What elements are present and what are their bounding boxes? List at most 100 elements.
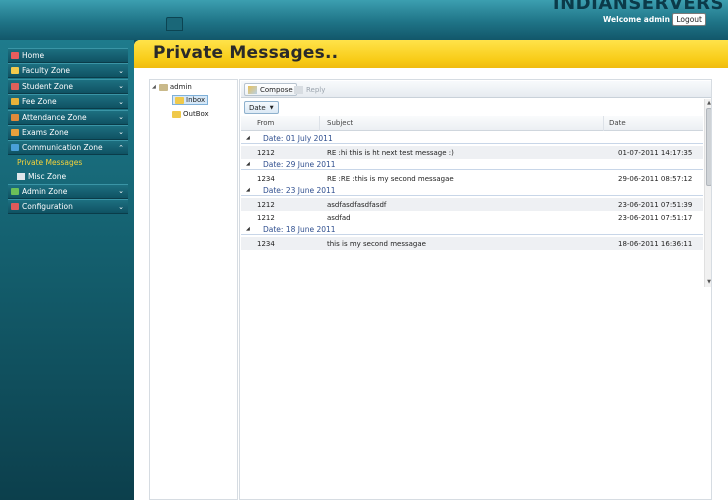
- sidebar-item-label: Exams Zone: [22, 127, 69, 137]
- sidebar-item-exams-zone[interactable]: Exams Zone ⌄: [8, 124, 128, 140]
- page-title: Private Messages..: [153, 43, 339, 63]
- sidebar-item-label: Home: [22, 51, 45, 60]
- sidebar-item-label: Attendance Zone: [22, 112, 87, 122]
- cell-from: 1234: [257, 175, 275, 183]
- column-separator: [603, 116, 604, 131]
- table-row[interactable]: 1234 this is my second messagae 18-06-20…: [241, 237, 703, 250]
- reply-icon: [294, 85, 303, 94]
- cell-from: 1234: [257, 240, 275, 248]
- scroll-up-icon[interactable]: ▲: [705, 100, 711, 107]
- logout-button[interactable]: Logout: [672, 13, 706, 26]
- sidebar-item-label: Student Zone: [22, 81, 74, 91]
- vertical-scrollbar[interactable]: ▲ ▼: [704, 99, 711, 287]
- chevron-down-icon: ⌄: [118, 113, 124, 122]
- sidebar-item-label: Fee Zone: [22, 97, 57, 107]
- group-by-label: Date: [249, 103, 266, 112]
- chevron-down-icon: ⌄: [118, 66, 124, 75]
- compose-label: Compose: [260, 85, 293, 94]
- group-row[interactable]: ◢ Date: 01 July 2011: [241, 133, 703, 144]
- chevron-down-icon: ⌄: [118, 82, 124, 91]
- sidebar-item-communication-zone[interactable]: Communication Zone ⌃: [8, 140, 128, 156]
- sidebar-item-label: Communication Zone: [22, 143, 103, 153]
- compose-button[interactable]: Compose: [244, 83, 297, 96]
- folder-tree: ◢ admin Inbox OutBox: [149, 79, 238, 500]
- sidebar-item-attendance-zone[interactable]: Attendance Zone ⌄: [8, 109, 128, 125]
- tree-node-admin[interactable]: ◢ admin: [152, 83, 192, 91]
- title-bar: Private Messages..: [134, 40, 728, 68]
- group-row[interactable]: ◢ Date: 18 June 2011: [241, 224, 703, 235]
- cell-from: 1212: [257, 149, 275, 157]
- tree-expand-icon[interactable]: ◢: [152, 84, 156, 90]
- chevron-down-icon: ⌄: [118, 187, 124, 196]
- sidebar-item-label: Faculty Zone: [22, 66, 71, 76]
- group-row[interactable]: ◢ Date: 23 June 2011: [241, 185, 703, 196]
- chevron-down-icon: ⌄: [118, 128, 124, 137]
- sidebar-item-label: Admin Zone: [22, 186, 68, 196]
- cell-date: 01-07-2011 14:17:35: [618, 149, 693, 157]
- message-panel: Compose Reply Date ▼ From Subject Date ◢…: [239, 79, 712, 500]
- faculty-icon: [11, 67, 19, 75]
- group-collapse-icon[interactable]: ◢: [246, 187, 255, 193]
- group-label: Date: 18 June 2011: [263, 224, 336, 234]
- brand-logo: INDIANSERVERS: [552, 0, 724, 14]
- configuration-icon: [11, 203, 19, 211]
- reply-button[interactable]: Reply: [291, 83, 328, 96]
- fee-icon: [11, 98, 19, 106]
- inbox-folder-icon: [175, 96, 184, 104]
- scroll-down-icon[interactable]: ▼: [705, 279, 711, 286]
- group-row[interactable]: ◢ Date: 29 June 2011: [241, 159, 703, 170]
- group-collapse-icon[interactable]: ◢: [246, 135, 255, 141]
- column-header-subject[interactable]: Subject: [327, 119, 353, 127]
- sidebar-subitem-private-messages[interactable]: Private Messages: [8, 156, 128, 170]
- table-row[interactable]: 1212 RE :hi this is ht next test message…: [241, 146, 703, 159]
- compose-icon: [248, 85, 257, 94]
- main-panel: Private Messages.. ◢ admin Inbox OutBox …: [134, 40, 728, 500]
- header-tab[interactable]: [166, 17, 183, 31]
- group-by-date-button[interactable]: Date ▼: [244, 101, 279, 114]
- column-header-from[interactable]: From: [257, 119, 274, 127]
- table-row[interactable]: 1234 RE :RE :this is my second messagae …: [241, 172, 703, 185]
- column-header-date[interactable]: Date: [609, 119, 626, 127]
- home-icon: [11, 52, 19, 59]
- exams-icon: [11, 128, 19, 136]
- cell-date: 18-06-2011 16:36:11: [618, 240, 693, 248]
- cell-subject: RE :RE :this is my second messagae: [327, 175, 454, 183]
- table-row[interactable]: 1212 asdfad 23-06-2011 07:51:17: [241, 211, 703, 224]
- tree-node-inbox[interactable]: Inbox: [172, 95, 209, 105]
- sidebar-subitem-label: Misc Zone: [28, 172, 67, 182]
- group-label: Date: 23 June 2011: [263, 185, 336, 195]
- sidebar-item-label: Configuration: [22, 202, 73, 212]
- sidebar: Home Faculty Zone ⌄ Student Zone ⌄ Fee Z…: [0, 40, 134, 500]
- tree-node-label: admin: [169, 83, 192, 91]
- chevron-up-icon: ⌃: [118, 143, 124, 152]
- cell-date: 29-06-2011 08:57:12: [618, 175, 693, 183]
- tree-node-label: OutBox: [183, 110, 209, 118]
- cell-from: 1212: [257, 214, 275, 222]
- caret-down-icon: ▼: [269, 104, 274, 111]
- group-panel: Date ▼: [241, 99, 711, 115]
- group-label: Date: 29 June 2011: [263, 159, 336, 169]
- group-collapse-icon[interactable]: ◢: [246, 226, 255, 232]
- cell-date: 23-06-2011 07:51:39: [618, 201, 693, 209]
- cell-date: 23-06-2011 07:51:17: [618, 214, 693, 222]
- message-toolbar: Compose Reply: [241, 81, 711, 98]
- sidebar-item-fee-zone[interactable]: Fee Zone ⌄: [8, 94, 128, 110]
- sidebar-item-faculty-zone[interactable]: Faculty Zone ⌄: [8, 63, 128, 79]
- sidebar-item-admin-zone[interactable]: Admin Zone ⌄: [8, 183, 128, 199]
- outbox-folder-icon: [172, 110, 181, 118]
- tree-node-outbox[interactable]: OutBox: [172, 110, 209, 118]
- grid-header: From Subject Date: [241, 116, 703, 131]
- sidebar-item-student-zone[interactable]: Student Zone ⌄: [8, 78, 128, 94]
- sidebar-subitem-misc-zone[interactable]: Misc Zone: [8, 170, 128, 184]
- scroll-thumb[interactable]: [706, 108, 711, 186]
- student-icon: [11, 82, 19, 90]
- sidebar-subitem-label: Private Messages: [17, 158, 83, 168]
- sidebar-item-home[interactable]: Home: [8, 48, 128, 63]
- chevron-down-icon: ⌄: [118, 202, 124, 211]
- sidebar-item-configuration[interactable]: Configuration ⌄: [8, 199, 128, 215]
- app-header: INDIANSERVERS Welcome admin ! Logout: [0, 0, 728, 40]
- reply-label: Reply: [306, 85, 326, 94]
- group-collapse-icon[interactable]: ◢: [246, 161, 255, 167]
- column-separator: [319, 116, 320, 131]
- table-row[interactable]: 1212 asdfasdfasdfasdf 23-06-2011 07:51:3…: [241, 198, 703, 211]
